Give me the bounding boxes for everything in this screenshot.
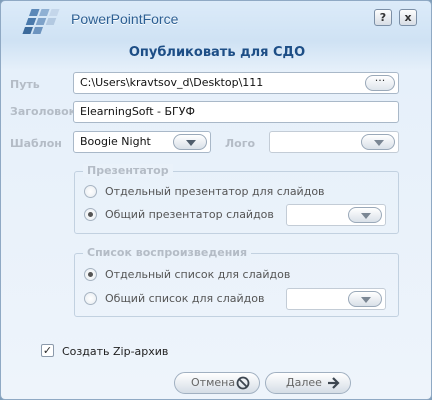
template-value: Boogie Night — [80, 135, 151, 148]
browse-button[interactable]: ··· — [365, 75, 395, 91]
chevron-down-icon[interactable] — [361, 134, 395, 150]
presenter-select[interactable] — [286, 204, 386, 226]
header-value: ElearningSoft - БГУФ — [80, 105, 195, 118]
presenter-group-title: Презентатор — [83, 164, 173, 177]
radio-icon[interactable] — [84, 185, 97, 198]
playlist-option-separate[interactable]: Отдельный список для слайдов — [84, 267, 344, 283]
path-label: Путь — [10, 78, 40, 91]
radio-icon[interactable] — [84, 292, 97, 305]
playlist-option-separate-label: Отдельный список для слайдов — [105, 268, 291, 281]
radio-selected-icon[interactable] — [84, 208, 97, 221]
playlist-option-shared[interactable]: Общий список для слайдов — [84, 291, 284, 307]
next-button[interactable]: Далее — [265, 372, 351, 394]
path-field[interactable]: C:\Users\kravtsov_d\Desktop\111 — [73, 72, 399, 94]
arrow-right-icon — [328, 377, 340, 389]
playlist-select[interactable] — [286, 288, 386, 310]
next-button-label: Далее — [286, 376, 322, 389]
logo-select[interactable] — [269, 131, 399, 153]
chevron-down-icon[interactable] — [348, 207, 382, 223]
playlist-option-shared-label: Общий список для слайдов — [105, 292, 265, 305]
cancel-button[interactable]: Отмена — [174, 372, 260, 394]
template-select[interactable]: Boogie Night — [73, 131, 211, 153]
dialog-window: PowerPointForce ? x Опубликовать для СДО… — [0, 0, 432, 400]
zip-checkbox-label: Создать Zip-архив — [62, 345, 169, 358]
header-field[interactable]: ElearningSoft - БГУФ — [73, 101, 399, 123]
logo-label: Лого — [225, 137, 255, 150]
dialog-title: Опубликовать для СДО — [128, 45, 306, 60]
chevron-down-icon[interactable] — [173, 134, 207, 150]
zip-checkbox[interactable]: ✓ — [41, 344, 54, 357]
close-button[interactable]: x — [399, 9, 417, 26]
cancel-button-label: Отмена — [191, 376, 236, 389]
chevron-down-icon[interactable] — [348, 291, 382, 307]
presenter-option-shared[interactable]: Общий презентатор слайдов — [84, 207, 284, 223]
presenter-option-separate[interactable]: Отдельный презентатор для слайдов — [84, 184, 364, 200]
path-value: C:\Users\kravtsov_d\Desktop\111 — [80, 76, 264, 89]
presenter-option-shared-label: Общий презентатор слайдов — [105, 208, 274, 221]
help-button[interactable]: ? — [374, 9, 392, 26]
radio-selected-icon[interactable] — [84, 268, 97, 281]
presenter-option-separate-label: Отдельный презентатор для слайдов — [105, 185, 325, 198]
app-logo-icon — [22, 9, 60, 34]
playlist-group-title: Список воспроизведения — [83, 246, 252, 259]
header-label: Заголовок — [10, 105, 77, 118]
app-brand-name: PowerPointForce — [71, 11, 179, 27]
cancel-icon — [236, 376, 250, 390]
template-label: Шаблон — [10, 137, 62, 150]
